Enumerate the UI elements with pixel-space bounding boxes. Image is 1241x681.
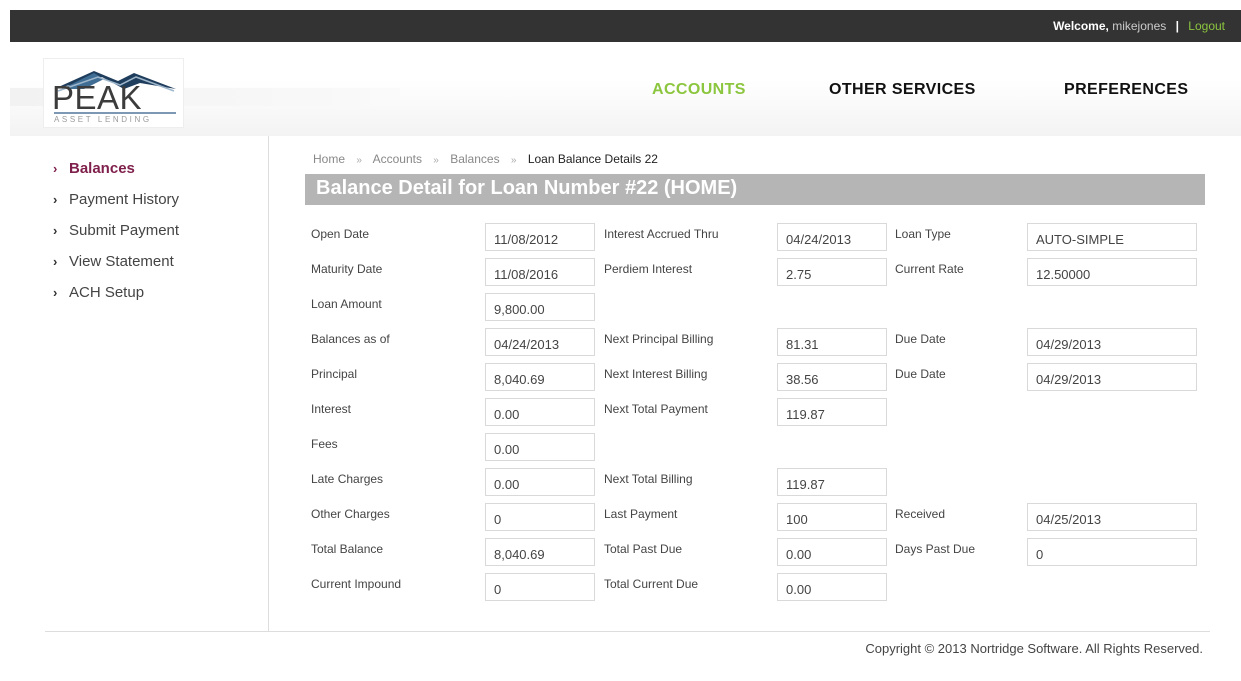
nav-other-services[interactable]: OTHER SERVICES — [829, 81, 976, 99]
label-loan-type: Loan Type — [895, 227, 951, 241]
label-current-rate: Current Rate — [895, 262, 964, 276]
nav-accounts[interactable]: ACCOUNTS — [652, 81, 746, 99]
chevron-right-icon: › — [53, 285, 58, 300]
username: mikejones — [1112, 19, 1167, 33]
value-interest: 0.00 — [485, 398, 595, 426]
breadcrumb-separator: » — [510, 155, 517, 166]
label-balances-as-of: Balances as of — [311, 332, 390, 346]
chevron-right-icon: › — [53, 223, 58, 238]
label-open-date: Open Date — [311, 227, 370, 241]
value-loan-type: AUTO-SIMPLE — [1027, 223, 1197, 251]
value-loan-amount: 9,800.00 — [485, 293, 595, 321]
value-total-past-due: 0.00 — [777, 538, 887, 566]
label-days-past-due: Days Past Due — [895, 542, 976, 556]
value-open-date: 11/08/2012 — [485, 223, 595, 251]
value-current-impound: 0 — [485, 573, 595, 601]
label-total-current-due: Total Current Due — [604, 577, 699, 591]
breadcrumb-separator: » — [433, 155, 439, 166]
sidebar-item-submit-payment[interactable]: › Submit Payment — [45, 222, 265, 253]
label-last-payment: Last Payment — [604, 507, 678, 521]
top-bar: Welcome, mikejones | Logout — [10, 10, 1241, 42]
value-next-total-billing: 119.87 — [777, 468, 887, 496]
breadcrumb-current: Loan Balance Details 22 — [527, 152, 658, 166]
value-late-charges: 0.00 — [485, 468, 595, 496]
logo-tagline: ASSET LENDING — [54, 115, 152, 124]
label-current-impound: Current Impound — [311, 577, 402, 591]
value-total-balance: 8,040.69 — [485, 538, 595, 566]
main-nav: ACCOUNTS OTHER SERVICES PREFERENCES — [0, 81, 1241, 101]
value-due-date: 04/29/2013 — [1027, 328, 1197, 356]
value-next-principal-billing: 81.31 — [777, 328, 887, 356]
footer-copyright: Copyright © 2013 Nortridge Software. All… — [865, 641, 1203, 656]
label-due-date: Due Date — [895, 332, 946, 346]
value-interest-accrued-thru: 04/24/2013 — [777, 223, 887, 251]
label-interest-accrued-thru: Interest Accrued Thru — [604, 227, 719, 241]
label-next-principal-billing: Next Principal Billing — [604, 332, 714, 346]
value-due-date-2: 04/29/2013 — [1027, 363, 1197, 391]
value-total-current-due: 0.00 — [777, 573, 887, 601]
sidebar-item-view-statement[interactable]: › View Statement — [45, 253, 265, 284]
value-fees: 0.00 — [485, 433, 595, 461]
value-principal: 8,040.69 — [485, 363, 595, 391]
label-total-past-due: Total Past Due — [604, 542, 683, 556]
sidebar-item-balances[interactable]: › Balances — [45, 160, 265, 191]
welcome-label: Welcome, — [1053, 19, 1109, 33]
value-next-total-payment: 119.87 — [777, 398, 887, 426]
label-next-interest-billing: Next Interest Billing — [604, 367, 708, 381]
label-perdiem-interest: Perdiem Interest — [604, 262, 693, 276]
value-last-payment: 100 — [777, 503, 887, 531]
label-other-charges: Other Charges — [311, 507, 390, 521]
sidebar-item-label: Submit Payment — [69, 222, 180, 239]
label-next-total-payment: Next Total Payment — [604, 402, 708, 416]
chevron-right-icon: › — [53, 254, 58, 269]
separator: | — [1175, 19, 1179, 33]
value-received: 04/25/2013 — [1027, 503, 1197, 531]
value-next-interest-billing: 38.56 — [777, 363, 887, 391]
breadcrumb: Home » Accounts » Balances » Loan Balanc… — [313, 152, 658, 166]
breadcrumb-home[interactable]: Home — [313, 152, 345, 166]
label-received: Received — [895, 507, 946, 521]
label-loan-amount: Loan Amount — [311, 297, 382, 311]
chevron-right-icon: › — [53, 192, 58, 207]
nav-preferences[interactable]: PREFERENCES — [1064, 81, 1188, 99]
sidebar-item-label: View Statement — [69, 253, 174, 270]
sidebar-item-payment-history[interactable]: › Payment History — [45, 191, 265, 222]
vertical-divider — [268, 136, 269, 631]
value-balances-as-of: 04/24/2013 — [485, 328, 595, 356]
label-interest: Interest — [311, 402, 352, 416]
value-perdiem-interest: 2.75 — [777, 258, 887, 286]
sidebar: › Balances › Payment History › Submit Pa… — [45, 160, 265, 315]
label-late-charges: Late Charges — [311, 472, 384, 486]
footer-divider — [45, 631, 1210, 632]
value-other-charges: 0 — [485, 503, 595, 531]
label-maturity-date: Maturity Date — [311, 262, 383, 276]
sidebar-item-label: Payment History — [69, 191, 180, 208]
label-principal: Principal — [311, 367, 358, 381]
sidebar-item-label: Balances — [69, 160, 135, 177]
sidebar-item-ach-setup[interactable]: › ACH Setup — [45, 284, 265, 315]
page-title-bar: Balance Detail for Loan Number #22 (HOME… — [305, 174, 1205, 205]
value-days-past-due: 0 — [1027, 538, 1197, 566]
value-current-rate: 12.50000 — [1027, 258, 1197, 286]
logout-link[interactable]: Logout — [1188, 19, 1225, 33]
welcome-area: Welcome, mikejones | Logout — [1053, 19, 1225, 33]
page-title: Balance Detail for Loan Number #22 (HOME… — [316, 177, 738, 199]
value-maturity-date: 11/08/2016 — [485, 258, 595, 286]
chevron-right-icon: › — [53, 161, 58, 176]
label-total-balance: Total Balance — [311, 542, 384, 556]
label-next-total-billing: Next Total Billing — [604, 472, 693, 486]
breadcrumb-separator: » — [356, 155, 362, 166]
breadcrumb-balances[interactable]: Balances — [450, 152, 499, 166]
breadcrumb-accounts[interactable]: Accounts — [373, 152, 422, 166]
label-fees: Fees — [311, 437, 338, 451]
label-due-date-2: Due Date — [895, 367, 946, 381]
sidebar-item-label: ACH Setup — [69, 284, 145, 301]
